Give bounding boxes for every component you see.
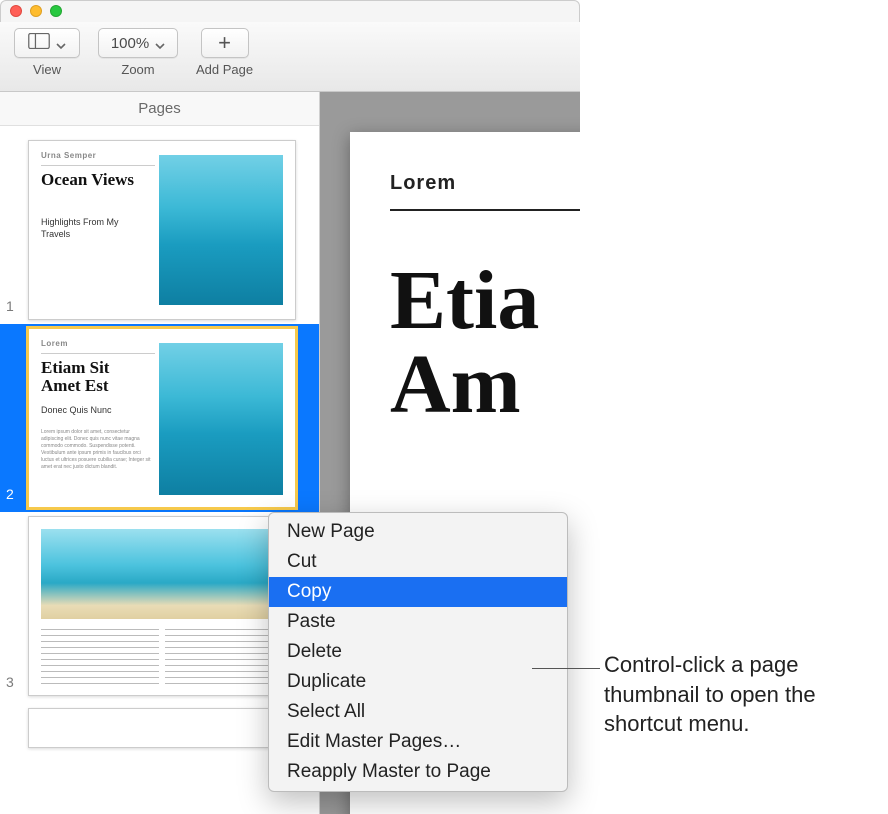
zoom-button[interactable]: 100% [98, 28, 178, 58]
thumb-rule [41, 165, 155, 166]
thumb-subtitle: Highlights From My Travels [41, 217, 141, 240]
menu-duplicate[interactable]: Duplicate [269, 667, 567, 697]
doc-kicker: Lorem [390, 172, 580, 195]
thumb-column [165, 629, 283, 687]
doc-rule [390, 209, 580, 211]
thumb-column [41, 629, 159, 687]
thumbnail-preview [28, 708, 296, 748]
window-zoom-button[interactable] [50, 5, 62, 17]
menu-new-page[interactable]: New Page [269, 517, 567, 547]
page-number: 2 [6, 486, 14, 502]
view-label: View [33, 62, 61, 77]
plus-icon: + [218, 32, 231, 54]
add-page-button[interactable]: + [201, 28, 249, 58]
thumb-photo [41, 529, 283, 619]
thumb-title: Ocean Views [41, 171, 151, 189]
window-minimize-button[interactable] [30, 5, 42, 17]
add-page-label: Add Page [196, 62, 253, 77]
menu-delete[interactable]: Delete [269, 637, 567, 667]
chevron-down-icon [155, 38, 165, 48]
thumbnail-preview [28, 516, 296, 696]
thumb-rule [41, 353, 155, 354]
thumb-title: Etiam Sit Amet Est [41, 359, 151, 395]
zoom-label: Zoom [121, 62, 154, 77]
thumb-kicker: Urna Semper [41, 151, 96, 160]
callout-leader-line [532, 668, 600, 669]
chevron-down-icon [56, 38, 66, 48]
zoom-value: 100% [111, 35, 149, 52]
toolbar: View 100% Zoom + Add Page [0, 22, 580, 92]
titlebar [0, 0, 580, 22]
doc-title-line1: Etia [390, 254, 539, 347]
thumbnail-preview: Lorem Etiam Sit Amet Est Donec Quis Nunc… [28, 328, 296, 508]
menu-cut[interactable]: Cut [269, 547, 567, 577]
menu-copy[interactable]: Copy [269, 577, 567, 607]
thumbnail-preview: Urna Semper Ocean Views Highlights From … [28, 140, 296, 320]
thumb-kicker: Lorem [41, 339, 68, 348]
callout-text: Control-click a page thumbnail to open t… [604, 650, 888, 739]
page-number: 1 [6, 298, 14, 314]
page-thumbnail-1[interactable]: 1 Urna Semper Ocean Views Highlights Fro… [0, 136, 319, 324]
add-page-group: + Add Page [196, 28, 253, 77]
page-number: 3 [6, 674, 14, 690]
view-control-group: View [14, 28, 80, 77]
thumb-body: Lorem ipsum dolor sit amet, consectetur … [41, 429, 151, 471]
sidebar-icon [28, 33, 50, 53]
menu-paste[interactable]: Paste [269, 607, 567, 637]
window-close-button[interactable] [10, 5, 22, 17]
thumb-photo [159, 343, 283, 495]
thumb-photo [159, 155, 283, 305]
page-thumbnail-2[interactable]: 2 Lorem Etiam Sit Amet Est Donec Quis Nu… [0, 324, 319, 512]
view-button[interactable] [14, 28, 80, 58]
context-menu[interactable]: New Page Cut Copy Paste Delete Duplicate… [268, 512, 568, 792]
zoom-control-group: 100% Zoom [98, 28, 178, 77]
menu-reapply-master[interactable]: Reapply Master to Page [269, 757, 567, 787]
doc-title-line2: Am [390, 338, 521, 431]
menu-select-all[interactable]: Select All [269, 697, 567, 727]
sidebar-header: Pages [0, 92, 319, 126]
doc-title: Etia Am [390, 259, 580, 427]
menu-edit-master-pages[interactable]: Edit Master Pages… [269, 727, 567, 757]
thumb-subtitle: Donec Quis Nunc [41, 405, 141, 417]
